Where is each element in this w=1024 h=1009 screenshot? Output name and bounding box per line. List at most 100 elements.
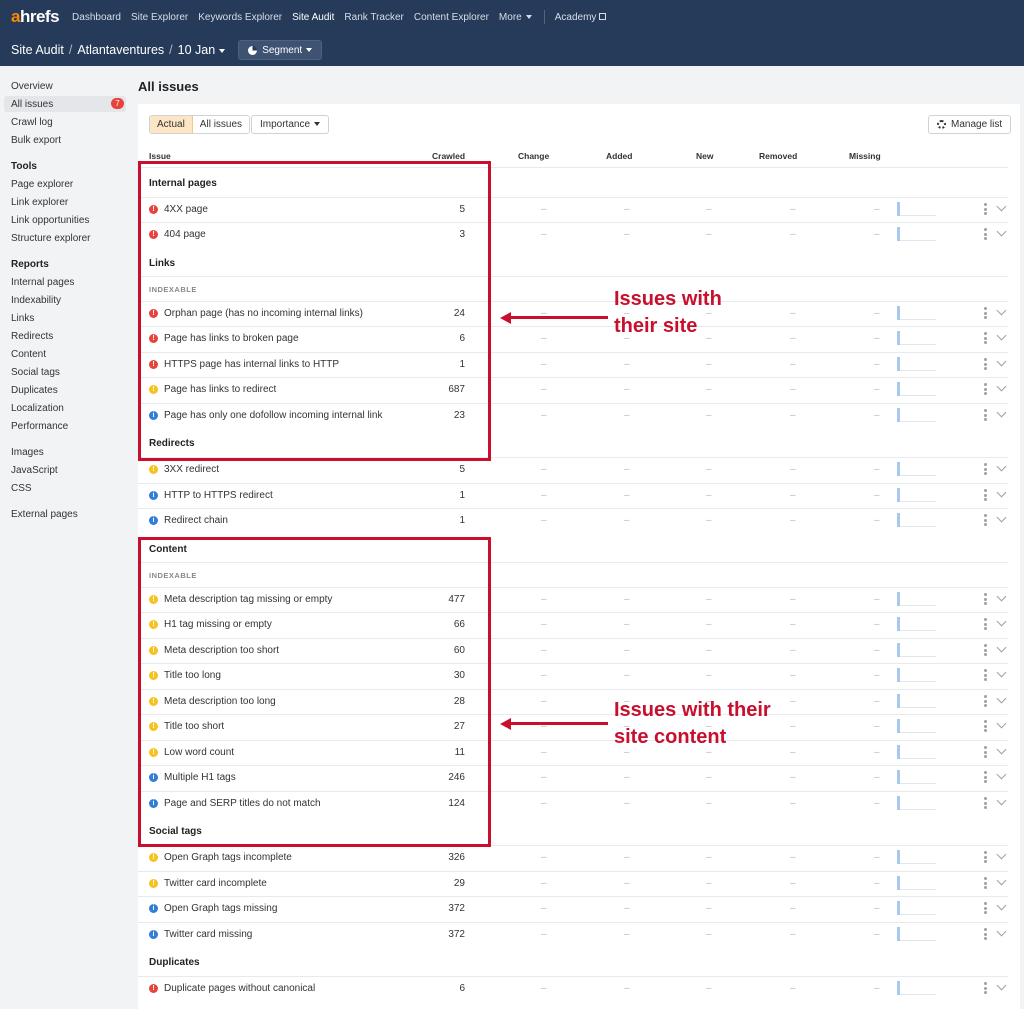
chevron-down-icon[interactable] xyxy=(996,926,1007,937)
chevron-down-icon[interactable] xyxy=(996,875,1007,886)
table-row[interactable]: i Open Graph tags missing 372 – – – – – xyxy=(138,896,1020,921)
chevron-down-icon[interactable] xyxy=(996,980,1007,991)
more-options-icon[interactable] xyxy=(984,463,987,475)
sidebar-item-structure-explorer[interactable]: Structure explorer xyxy=(11,233,90,244)
issue-name[interactable]: Duplicate pages without canonical xyxy=(164,983,315,994)
crawled-count[interactable]: 29 xyxy=(415,878,465,889)
more-options-icon[interactable] xyxy=(984,771,987,783)
chevron-down-icon[interactable] xyxy=(996,226,1007,237)
crawled-count[interactable]: 6 xyxy=(415,983,465,994)
sidebar-item-internal-pages[interactable]: Internal pages xyxy=(11,277,74,288)
sidebar-item-social-tags[interactable]: Social tags xyxy=(11,367,60,378)
more-options-icon[interactable] xyxy=(984,203,987,215)
column-header-missing[interactable]: Missing xyxy=(849,151,881,161)
issue-name[interactable]: Twitter card missing xyxy=(164,929,252,940)
more-options-icon[interactable] xyxy=(984,409,987,421)
nav-more[interactable]: More xyxy=(499,12,532,23)
chevron-down-icon[interactable] xyxy=(996,693,1007,704)
crawled-count[interactable]: 1 xyxy=(415,515,465,526)
column-header-change[interactable]: Change xyxy=(518,151,549,161)
nav-content-explorer[interactable]: Content Explorer xyxy=(414,12,489,23)
more-options-icon[interactable] xyxy=(984,902,987,914)
sidebar-item-link-opportunities[interactable]: Link opportunities xyxy=(11,215,89,226)
sidebar-item-overview[interactable]: Overview xyxy=(11,81,53,92)
more-options-icon[interactable] xyxy=(984,618,987,630)
chevron-down-icon[interactable] xyxy=(996,591,1007,602)
chevron-down-icon[interactable] xyxy=(996,330,1007,341)
breadcrumb-site-audit[interactable]: Site Audit xyxy=(11,43,64,57)
chevron-down-icon[interactable] xyxy=(996,744,1007,755)
crawled-count[interactable]: 372 xyxy=(415,929,465,940)
ahrefs-logo[interactable]: ahrefs xyxy=(11,7,60,27)
nav-academy[interactable]: Academy xyxy=(555,12,607,23)
sidebar-item-external-pages[interactable]: External pages xyxy=(11,509,78,520)
sidebar-item-localization[interactable]: Localization xyxy=(11,403,64,414)
importance-dropdown[interactable]: Importance xyxy=(251,115,330,134)
manage-list-button[interactable]: Manage list xyxy=(928,115,1012,134)
table-row[interactable]: ! Twitter card incomplete 29 – – – – – xyxy=(138,871,1020,896)
table-row[interactable]: i Twitter card missing 372 – – – – – xyxy=(138,922,1020,947)
table-row[interactable]: ! Duplicate pages without canonical 6 – – – – – xyxy=(138,976,1020,1001)
more-options-icon[interactable] xyxy=(984,851,987,863)
issue-name[interactable]: Open Graph tags incomplete xyxy=(164,852,292,863)
column-header-crawled[interactable]: Crawled xyxy=(432,151,465,161)
sidebar-item-link-explorer[interactable]: Link explorer xyxy=(11,197,68,208)
more-options-icon[interactable] xyxy=(984,228,987,240)
issue-name[interactable]: HTTP to HTTPS redirect xyxy=(164,490,273,501)
column-header-added[interactable]: Added xyxy=(606,151,632,161)
more-options-icon[interactable] xyxy=(984,669,987,681)
breadcrumb-project[interactable]: Atlantaventures xyxy=(77,43,164,57)
sidebar-item-css[interactable]: CSS xyxy=(11,483,32,494)
more-options-icon[interactable] xyxy=(984,746,987,758)
more-options-icon[interactable] xyxy=(984,307,987,319)
table-row[interactable]: i Redirect chain 1 – – – – – xyxy=(138,508,1020,533)
more-options-icon[interactable] xyxy=(984,982,987,994)
more-options-icon[interactable] xyxy=(984,593,987,605)
more-options-icon[interactable] xyxy=(984,695,987,707)
chevron-down-icon[interactable] xyxy=(996,718,1007,729)
more-options-icon[interactable] xyxy=(984,877,987,889)
breadcrumb-crawl-date[interactable]: 10 Jan xyxy=(178,43,226,57)
sidebar-item-redirects[interactable]: Redirects xyxy=(11,331,53,342)
column-header-removed[interactable]: Removed xyxy=(759,151,797,161)
chevron-down-icon[interactable] xyxy=(996,769,1007,780)
column-header-issue[interactable]: Issue xyxy=(149,151,171,161)
crawled-count[interactable]: 326 xyxy=(415,852,465,863)
table-row[interactable]: i HTTP to HTTPS redirect 1 – – – – – xyxy=(138,483,1020,508)
chevron-down-icon[interactable] xyxy=(996,356,1007,367)
chevron-down-icon[interactable] xyxy=(996,795,1007,806)
chevron-down-icon[interactable] xyxy=(996,305,1007,316)
sidebar-item-all-issues[interactable]: All issues xyxy=(11,99,53,110)
sidebar-item-crawl-log[interactable]: Crawl log xyxy=(11,117,53,128)
sidebar-item-javascript[interactable]: JavaScript xyxy=(11,465,58,476)
sidebar-item-indexability[interactable]: Indexability xyxy=(11,295,61,306)
all-issues-toggle-button[interactable]: All issues xyxy=(192,116,250,133)
more-options-icon[interactable] xyxy=(984,383,987,395)
more-options-icon[interactable] xyxy=(984,489,987,501)
crawled-count[interactable]: 372 xyxy=(415,903,465,914)
nav-dashboard[interactable]: Dashboard xyxy=(72,12,121,23)
chevron-down-icon[interactable] xyxy=(996,849,1007,860)
actual-toggle-button[interactable]: Actual xyxy=(150,116,193,133)
nav-site-audit[interactable]: Site Audit xyxy=(292,12,334,23)
sidebar-item-page-explorer[interactable]: Page explorer xyxy=(11,179,73,190)
more-options-icon[interactable] xyxy=(984,332,987,344)
chevron-down-icon[interactable] xyxy=(996,461,1007,472)
more-options-icon[interactable] xyxy=(984,720,987,732)
issue-name[interactable]: Twitter card incomplete xyxy=(164,878,267,889)
chevron-down-icon[interactable] xyxy=(996,487,1007,498)
issue-name[interactable]: Redirect chain xyxy=(164,515,228,526)
nav-keywords-explorer[interactable]: Keywords Explorer xyxy=(198,12,282,23)
more-options-icon[interactable] xyxy=(984,797,987,809)
segment-button[interactable]: Segment xyxy=(238,40,323,60)
chevron-down-icon[interactable] xyxy=(996,201,1007,212)
sidebar-item-performance[interactable]: Performance xyxy=(11,421,68,432)
nav-rank-tracker[interactable]: Rank Tracker xyxy=(344,12,403,23)
table-row[interactable]: ! Open Graph tags incomplete 326 – – – – – xyxy=(138,845,1020,870)
chevron-down-icon[interactable] xyxy=(996,381,1007,392)
chevron-down-icon[interactable] xyxy=(996,512,1007,523)
sidebar-item-images[interactable]: Images xyxy=(11,447,44,458)
chevron-down-icon[interactable] xyxy=(996,642,1007,653)
sidebar-item-content[interactable]: Content xyxy=(11,349,46,360)
nav-site-explorer[interactable]: Site Explorer xyxy=(131,12,188,23)
